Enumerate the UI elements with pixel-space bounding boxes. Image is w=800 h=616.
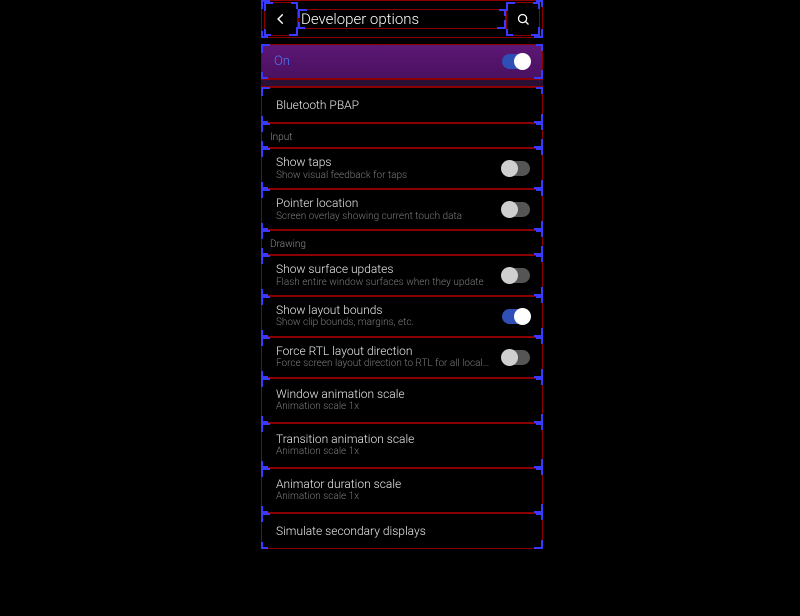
pref-title: Show surface updates bbox=[276, 262, 492, 276]
search-button[interactable] bbox=[506, 2, 540, 36]
pref-title: Show taps bbox=[276, 155, 492, 169]
pref-row-pointer-location[interactable]: Pointer location Screen overlay showing … bbox=[261, 189, 543, 230]
pref-title: Show layout bounds bbox=[276, 303, 492, 317]
back-icon bbox=[274, 12, 288, 26]
app-bar: Developer options bbox=[261, 0, 543, 38]
pref-title: Bluetooth PBAP bbox=[276, 98, 530, 112]
pref-title: Simulate secondary displays bbox=[276, 524, 530, 538]
pref-subtitle: Show clip bounds, margins, etc. bbox=[276, 317, 492, 330]
master-toggle-label: On bbox=[274, 54, 290, 69]
pref-title: Pointer location bbox=[276, 196, 492, 210]
phone-screen: Developer options On Bluetooth PBAP Inpu… bbox=[261, 0, 543, 616]
pref-subtitle: Flash entire window surfaces when they u… bbox=[276, 277, 492, 290]
pref-title: Transition animation scale bbox=[276, 432, 530, 446]
pref-switch[interactable] bbox=[502, 202, 530, 217]
master-toggle-switch[interactable] bbox=[502, 54, 530, 69]
pref-subtitle: Animation scale 1x bbox=[276, 401, 530, 414]
pref-row-layout-bounds[interactable]: Show layout bounds Show clip bounds, mar… bbox=[261, 296, 543, 337]
pref-title: Window animation scale bbox=[276, 387, 530, 401]
section-header-drawing: Drawing bbox=[261, 230, 543, 255]
pref-switch[interactable] bbox=[502, 309, 530, 324]
pref-switch[interactable] bbox=[502, 268, 530, 283]
pref-row-animator-duration[interactable]: Animator duration scale Animation scale … bbox=[261, 468, 543, 513]
section-header-input: Input bbox=[261, 123, 543, 148]
pref-switch[interactable] bbox=[502, 350, 530, 365]
pref-row-surface-updates[interactable]: Show surface updates Flash entire window… bbox=[261, 255, 543, 296]
back-button[interactable] bbox=[264, 2, 298, 36]
search-icon bbox=[516, 12, 531, 27]
page-title: Developer options bbox=[298, 9, 506, 29]
pref-subtitle: Force screen layout direction to RTL for… bbox=[276, 358, 492, 371]
pref-subtitle: Show visual feedback for taps bbox=[276, 170, 492, 183]
pref-row-show-taps[interactable]: Show taps Show visual feedback for taps bbox=[261, 148, 543, 189]
pref-title: Animator duration scale bbox=[276, 477, 530, 491]
pref-row-window-anim[interactable]: Window animation scale Animation scale 1… bbox=[261, 378, 543, 423]
pref-subtitle: Animation scale 1x bbox=[276, 491, 530, 504]
pref-switch[interactable] bbox=[502, 161, 530, 176]
pref-subtitle: Animation scale 1x bbox=[276, 446, 530, 459]
pref-row-force-rtl[interactable]: Force RTL layout direction Force screen … bbox=[261, 337, 543, 378]
pref-subtitle: Screen overlay showing current touch dat… bbox=[276, 211, 492, 224]
pref-row-transition-anim[interactable]: Transition animation scale Animation sca… bbox=[261, 423, 543, 468]
pref-row-bluetooth-pbap[interactable]: Bluetooth PBAP bbox=[261, 87, 543, 123]
master-toggle-row[interactable]: On bbox=[261, 44, 543, 79]
pref-title: Force RTL layout direction bbox=[276, 344, 492, 358]
pref-row-secondary-displays[interactable]: Simulate secondary displays bbox=[261, 513, 543, 549]
